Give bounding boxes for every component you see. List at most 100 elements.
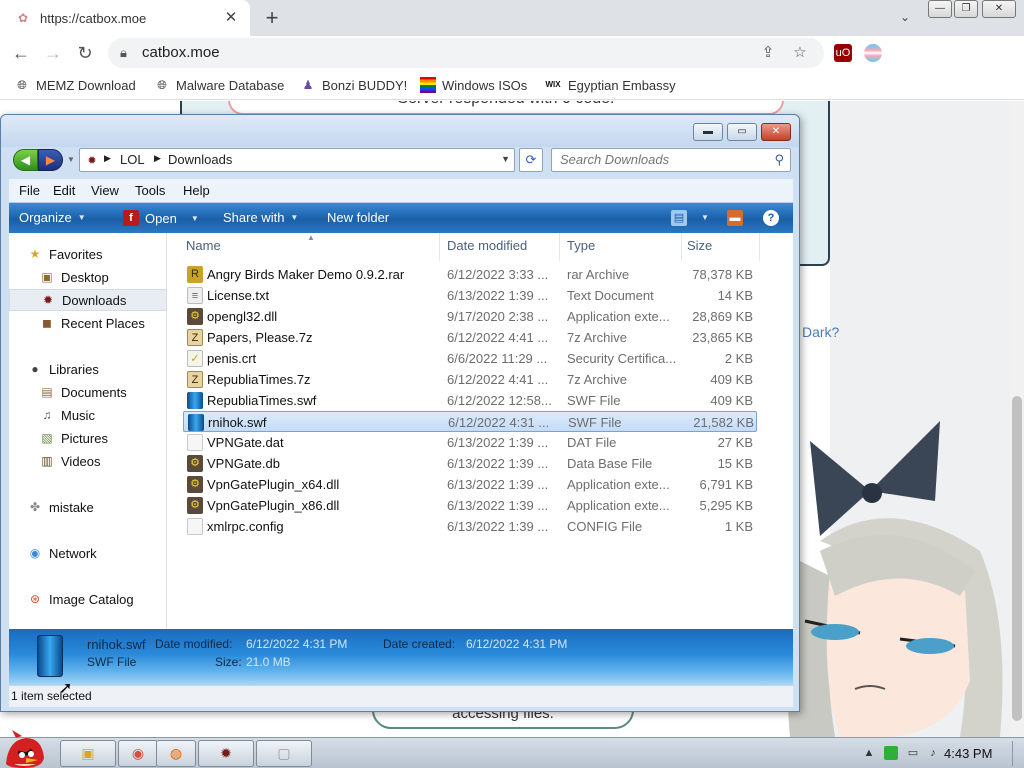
flag-extension-icon[interactable] — [864, 44, 882, 62]
share-with-button[interactable]: Share with ▼ — [223, 210, 298, 225]
menu-help[interactable]: Help — [183, 183, 210, 198]
file-row[interactable]: xmlrpc.config 6/13/2022 1:39 ... CONFIG Fi… — [183, 516, 757, 537]
bookmark-star-icon[interactable]: ☆ — [790, 43, 810, 63]
breadcrumb-arrow-icon[interactable]: ▶ — [104, 153, 111, 164]
menu-tools[interactable]: Tools — [135, 183, 165, 198]
refresh-button[interactable]: ⟳ — [519, 148, 543, 172]
breadcrumb-downloads[interactable]: Downloads — [168, 152, 232, 167]
explorer-maximize-button[interactable]: ▭ — [727, 123, 757, 141]
preview-pane-icon[interactable]: ▬ — [727, 210, 743, 226]
explorer-address-bar[interactable]: ✹ ▶ LOL ▶ Downloads ▼ — [79, 148, 515, 172]
new-folder-button[interactable]: New folder — [327, 210, 389, 225]
column-divider[interactable] — [759, 233, 760, 261]
search-input[interactable] — [560, 152, 760, 167]
restore-window-button[interactable]: ❐ — [954, 0, 978, 18]
dark-mode-link[interactable]: Dark? — [802, 324, 839, 340]
explorer-forward-button[interactable]: ▶ — [38, 149, 63, 171]
open-button[interactable]: f Open ▼ — [123, 210, 199, 226]
explorer-close-button[interactable]: ✕ — [761, 123, 791, 141]
file-row[interactable]: rnihok.swf 6/12/2022 4:31 ... SWF File 21,5… — [183, 411, 757, 432]
lock-icon[interactable]: 🔒︎ — [120, 45, 134, 61]
nav-downloads[interactable]: ✹ Downloads — [9, 289, 167, 311]
nav-music[interactable]: ♫ Music — [9, 404, 167, 426]
explorer-titlebar[interactable]: ▬ ▭ ✕ — [1, 115, 799, 147]
search-icon[interactable]: ⚲ — [774, 152, 784, 168]
url-text[interactable]: catbox.moe — [142, 44, 220, 61]
column-header-name[interactable]: Name — [186, 238, 221, 253]
breadcrumb-lol[interactable]: LOL — [120, 152, 145, 167]
file-row[interactable]: ⚙ VpnGatePlugin_x86.dll 6/13/2022 1:39 ...… — [183, 495, 757, 516]
bookmark-malware-database[interactable]: 🌐︎ Malware Database — [154, 76, 284, 94]
explorer-minimize-button[interactable]: ▬ — [693, 123, 723, 141]
network-tray-icon[interactable] — [884, 746, 898, 760]
tab-search-chevron-icon[interactable]: ⌄ — [894, 6, 916, 28]
nav-desktop[interactable]: ▣ Desktop — [9, 266, 167, 288]
file-row[interactable]: RepubliaTimes.swf 6/12/2022 12:58... SWF F… — [183, 390, 757, 411]
close-tab-icon[interactable]: ✕ — [222, 9, 240, 27]
bookmark-egyptian-embassy[interactable]: WIX Egyptian Embassy — [544, 76, 675, 94]
nav-documents[interactable]: ▤ Documents — [9, 381, 167, 403]
address-history-chevron-icon[interactable]: ▼ — [501, 154, 510, 164]
taskbar-clock[interactable]: 4:43 PM — [944, 746, 992, 761]
breadcrumb-arrow-icon[interactable]: ▶ — [154, 153, 161, 164]
change-view-icon[interactable]: ▤ — [671, 210, 687, 226]
nav-image-catalog[interactable]: ⊛ Image Catalog — [9, 588, 167, 610]
file-row[interactable]: ⚙ VpnGatePlugin_x64.dll 6/13/2022 1:39 ...… — [183, 474, 757, 495]
minimize-window-button[interactable]: — — [928, 0, 952, 18]
bookmark-windows-isos[interactable]: Windows ISOs — [420, 76, 527, 94]
share-icon[interactable]: ⇪ — [758, 43, 778, 63]
recent-locations-chevron-icon[interactable]: ▼ — [67, 155, 75, 164]
taskbar-chrome-button[interactable]: ◉ — [118, 740, 158, 767]
taskbar-explorer-button[interactable]: ▣ — [60, 740, 116, 767]
page-scrollbar-thumb[interactable] — [1012, 396, 1022, 721]
file-row[interactable]: VPNGate.dat 6/13/2022 1:39 ... DAT File 27 … — [183, 432, 757, 453]
taskbar-blank-app-button[interactable]: ▢ — [256, 740, 312, 767]
taskbar-firefox-button[interactable]: ◍ — [156, 740, 196, 767]
file-row[interactable]: R Angry Birds Maker Demo 0.9.2.rar 6/12/20… — [183, 264, 757, 285]
new-tab-button[interactable]: + — [258, 4, 286, 32]
nav-recent-places[interactable]: ◼ Recent Places — [9, 312, 167, 334]
menu-edit[interactable]: Edit — [53, 183, 75, 198]
file-row[interactable]: ≡ License.txt 6/13/2022 1:39 ... Text Docum… — [183, 285, 757, 306]
nav-videos[interactable]: ▥ Videos — [9, 450, 167, 472]
help-icon[interactable]: ? — [763, 210, 779, 226]
tray-expand-icon[interactable]: ▲ — [862, 746, 876, 760]
chevron-down-icon[interactable]: ▼ — [191, 214, 199, 223]
nav-pictures[interactable]: ▧ Pictures — [9, 427, 167, 449]
column-header-date[interactable]: Date modified — [447, 238, 527, 253]
taskbar-app-button[interactable]: ✹ — [198, 740, 254, 767]
back-button[interactable]: ← — [8, 40, 34, 66]
file-row[interactable]: Z RepubliaTimes.7z 6/12/2022 4:41 ... 7z Ar… — [183, 369, 757, 390]
show-desktop-button[interactable] — [1012, 741, 1022, 766]
angry-bird-start-button-icon[interactable] — [2, 730, 48, 768]
column-divider[interactable] — [559, 233, 560, 261]
column-header-size[interactable]: Size — [687, 238, 712, 253]
nav-network[interactable]: ◉ Network — [9, 542, 167, 564]
column-header-type[interactable]: Type — [567, 238, 595, 253]
ublock-origin-icon[interactable]: uO — [834, 44, 852, 62]
file-row[interactable]: Z Papers, Please.7z 6/12/2022 4:41 ... 7z A… — [183, 327, 757, 348]
nav-libraries[interactable]: ● Libraries — [9, 358, 167, 380]
bookmark-memz[interactable]: 🌐︎ MEMZ Download — [14, 76, 136, 94]
browser-tab[interactable]: ✿ https://catbox.moe ✕ — [0, 0, 250, 36]
view-options-chevron-icon[interactable]: ▼ — [701, 213, 709, 222]
organize-button[interactable]: Organize ▼ — [19, 210, 86, 225]
column-divider[interactable] — [439, 233, 440, 261]
reload-button[interactable]: ↻ — [72, 40, 98, 66]
monitor-tray-icon[interactable]: ▭ — [906, 746, 920, 760]
close-window-button[interactable]: ✕ — [982, 0, 1016, 18]
explorer-search-box[interactable]: ⚲ — [551, 148, 791, 172]
file-row[interactable]: ⚙ opengl32.dll 9/17/2020 2:38 ... Applicati… — [183, 306, 757, 327]
nav-mistake[interactable]: ✤ mistake — [9, 496, 167, 518]
menu-file[interactable]: File — [19, 183, 40, 198]
file-row[interactable]: ⚙ VPNGate.db 6/13/2022 1:39 ... Data Base F… — [183, 453, 757, 474]
nav-favorites[interactable]: ★ Favorites — [9, 243, 167, 265]
forward-button[interactable]: → — [40, 40, 66, 66]
menu-view[interactable]: View — [91, 183, 119, 198]
file-row[interactable]: ✓ penis.crt 6/6/2022 11:29 ... Security Cer… — [183, 348, 757, 369]
volume-icon[interactable]: ♪ — [926, 746, 940, 760]
bookmark-bonzi-buddy[interactable]: ♟ Bonzi BUDDY! — [300, 76, 408, 94]
column-divider[interactable] — [681, 233, 682, 261]
explorer-back-button[interactable]: ◀ — [13, 149, 38, 171]
address-bar[interactable]: 🔒︎ catbox.moe ⇪ ☆ — [108, 38, 824, 68]
